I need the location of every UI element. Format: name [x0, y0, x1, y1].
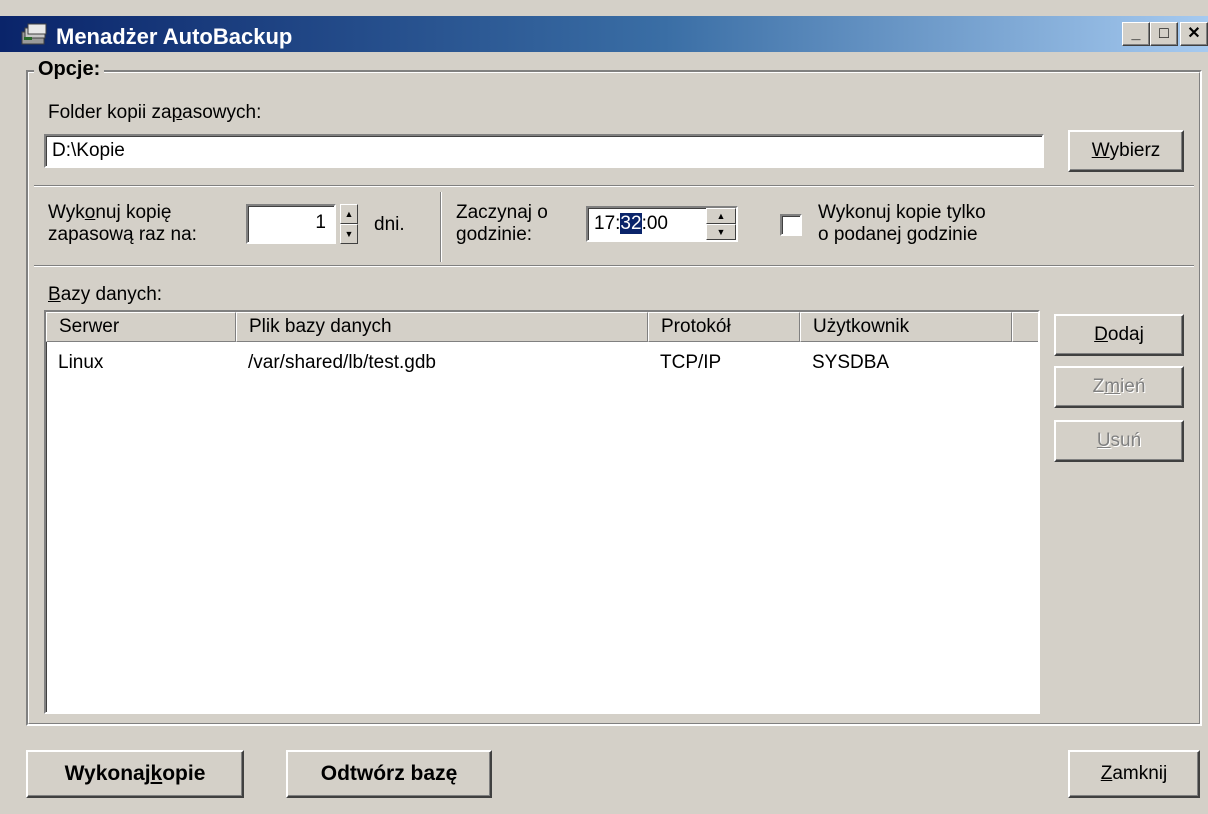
minimize-icon: _: [1131, 25, 1141, 42]
cell-user: SYSDBA: [812, 352, 890, 373]
separator-top: [34, 185, 1194, 187]
time-spinner[interactable]: ▲ ▼: [706, 208, 736, 240]
column-header-user[interactable]: Użytkownik: [800, 312, 1012, 342]
edit-database-button[interactable]: Zm ień: [1054, 366, 1184, 408]
databases-list[interactable]: Serwer Plik bazy danych Protokół Użytkow…: [44, 310, 1040, 714]
choose-folder-button[interactable]: Wybierz: [1068, 130, 1184, 172]
days-spinner[interactable]: ▲ ▼: [340, 204, 358, 244]
maximize-icon: □: [1159, 25, 1169, 42]
perform-backup-button[interactable]: Wykonaj k opie: [26, 750, 244, 798]
table-row[interactable]: Linux /var/shared/lb/test.gdb TCP/IP SYS…: [46, 346, 1038, 376]
close-window-button[interactable]: ✕: [1180, 22, 1208, 46]
cell-protocol: TCP/IP: [660, 352, 722, 373]
only-at-time-checkbox[interactable]: [780, 214, 802, 236]
column-header-file[interactable]: Plik bazy danych: [236, 312, 648, 342]
start-time-label: Zaczynaj o godzinie:: [456, 202, 548, 245]
column-header-server[interactable]: Serwer: [46, 312, 236, 342]
app-disk-icon: [20, 22, 50, 48]
column-header-filler: [1012, 312, 1038, 342]
days-down-arrow-icon[interactable]: ▼: [340, 224, 358, 244]
days-unit-label: dni.: [374, 214, 405, 235]
backup-folder-input[interactable]: D:\Kopie: [44, 134, 1044, 168]
separator-vertical: [440, 192, 442, 262]
time-down-arrow-icon[interactable]: ▼: [706, 224, 736, 240]
time-minutes-selected: 32: [620, 213, 642, 234]
restore-database-button[interactable]: Odtwórz bazę: [286, 750, 492, 798]
time-up-arrow-icon[interactable]: ▲: [706, 208, 736, 224]
options-legend: Opcje:: [34, 58, 105, 81]
column-header-protocol[interactable]: Protokół: [648, 312, 800, 342]
backup-every-label: Wykonuj kopię zapasową raz na:: [48, 202, 197, 245]
close-button[interactable]: Zamknij: [1068, 750, 1200, 798]
window-title: Menadżer AutoBackup: [56, 24, 293, 49]
folder-label: Folder kopii zapasowych:: [48, 102, 262, 123]
add-database-button[interactable]: Dodaj: [1054, 314, 1184, 356]
cell-file: /var/shared/lb/test.gdb: [248, 352, 436, 373]
minimize-button[interactable]: _: [1122, 22, 1150, 46]
days-input[interactable]: 1: [246, 204, 336, 244]
delete-database-button[interactable]: Usuń: [1054, 420, 1184, 462]
maximize-button[interactable]: □: [1150, 22, 1178, 46]
cell-server: Linux: [58, 352, 104, 373]
databases-label: Bazy danych:: [48, 284, 163, 305]
close-icon: ✕: [1187, 25, 1201, 42]
only-at-time-label: Wykonuj kopie tylko o podanej godzinie: [818, 202, 986, 245]
separator-middle: [34, 265, 1194, 267]
days-up-arrow-icon[interactable]: ▲: [340, 204, 358, 224]
